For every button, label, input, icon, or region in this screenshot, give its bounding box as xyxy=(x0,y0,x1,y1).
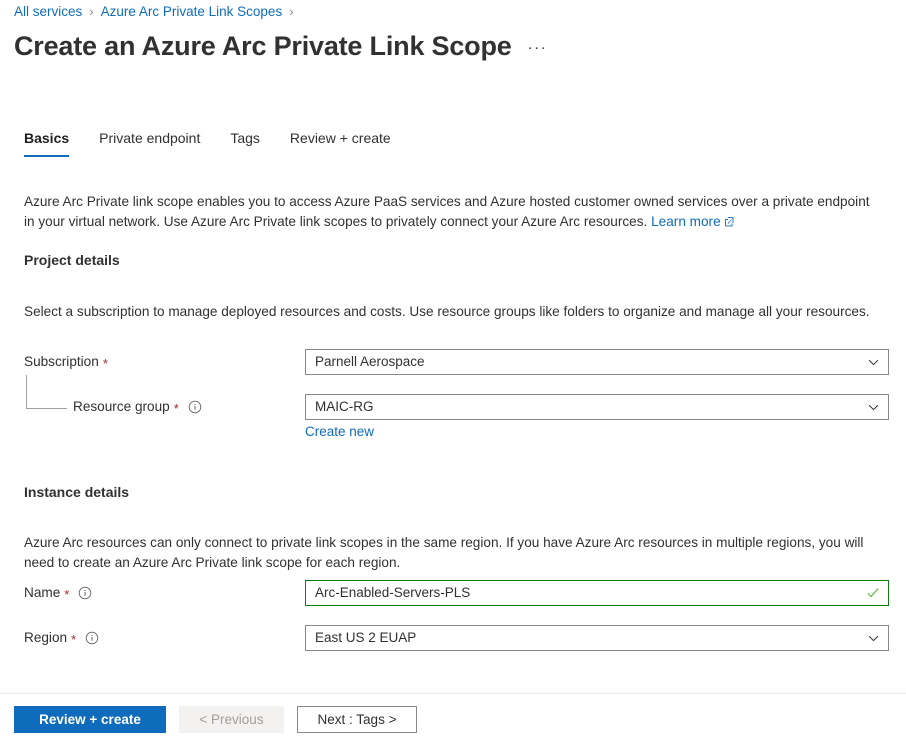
tab-private-endpoint-label: Private endpoint xyxy=(99,130,201,146)
intro-text: Azure Arc Private link scope enables you… xyxy=(24,193,870,230)
resource-group-label-text: Resource group xyxy=(73,399,170,414)
chevron-down-icon[interactable] xyxy=(867,356,880,369)
create-private-link-scope-page: All services › Azure Arc Private Link Sc… xyxy=(0,0,906,754)
required-indicator: * xyxy=(102,355,108,371)
info-icon[interactable] xyxy=(188,400,202,414)
name-value: Arc-Enabled-Servers-PLS xyxy=(315,585,471,600)
resource-group-value: MAIC-RG xyxy=(315,399,374,414)
info-icon[interactable] xyxy=(78,586,92,600)
breadcrumb-separator-icon: › xyxy=(289,4,294,19)
review-create-button[interactable]: Review + create xyxy=(14,706,166,733)
tab-tags-label: Tags xyxy=(230,130,260,146)
section-heading-instance-details: Instance details xyxy=(24,484,130,500)
learn-more-link[interactable]: Learn more xyxy=(651,214,721,229)
section-heading-project-details: Project details xyxy=(24,252,120,268)
tab-private-endpoint[interactable]: Private endpoint xyxy=(99,128,200,157)
tab-review-create-label: Review + create xyxy=(289,130,391,146)
footer-divider xyxy=(0,693,906,694)
chevron-down-icon[interactable] xyxy=(867,632,880,645)
tab-review-create[interactable]: Review + create xyxy=(290,128,391,157)
region-value: East US 2 EUAP xyxy=(315,630,417,645)
subscription-value: Parnell Aerospace xyxy=(315,354,425,369)
region-dropdown[interactable]: East US 2 EUAP xyxy=(305,625,889,651)
resource-group-dropdown[interactable]: MAIC-RG xyxy=(305,394,889,420)
name-input[interactable]: Arc-Enabled-Servers-PLS xyxy=(305,580,889,606)
validation-success-icon xyxy=(866,586,880,600)
tab-basics-label: Basics xyxy=(24,130,70,146)
section-description-project-details: Select a subscription to manage deployed… xyxy=(24,303,870,319)
title-row: Create an Azure Arc Private Link Scope ·… xyxy=(14,28,547,69)
subscription-label: Subscription * xyxy=(24,352,108,372)
intro-description: Azure Arc Private link scope enables you… xyxy=(24,192,880,234)
chevron-down-icon[interactable] xyxy=(867,401,880,414)
wizard-tabs: Basics Private endpoint Tags Review + cr… xyxy=(24,128,421,157)
subscription-dropdown[interactable]: Parnell Aerospace xyxy=(305,349,889,375)
page-title: Create an Azure Arc Private Link Scope xyxy=(14,31,512,61)
resource-group-label: Resource group * xyxy=(73,397,202,417)
required-indicator: * xyxy=(71,631,77,647)
breadcrumb-separator-icon: › xyxy=(89,4,94,19)
info-icon[interactable] xyxy=(85,631,99,645)
name-label-text: Name xyxy=(24,585,61,600)
breadcrumb: All services › Azure Arc Private Link Sc… xyxy=(14,3,301,21)
wizard-footer: Review + create < Previous Next : Tags > xyxy=(14,706,417,733)
next-tags-button[interactable]: Next : Tags > xyxy=(297,706,417,733)
breadcrumb-item-all-services[interactable]: All services xyxy=(14,3,82,21)
external-link-icon[interactable] xyxy=(724,213,735,234)
previous-button: < Previous xyxy=(179,706,284,733)
tab-tags[interactable]: Tags xyxy=(230,128,260,157)
tab-basics[interactable]: Basics xyxy=(24,128,70,157)
more-options-icon[interactable]: ··· xyxy=(528,30,548,66)
section-description-instance-details: Azure Arc resources can only connect to … xyxy=(24,534,864,571)
resource-group-tree-connector xyxy=(26,375,67,409)
name-label: Name * xyxy=(24,583,92,603)
create-new-resource-group-link[interactable]: Create new xyxy=(305,423,374,441)
region-label: Region * xyxy=(24,628,99,648)
breadcrumb-item-private-link-scopes[interactable]: Azure Arc Private Link Scopes xyxy=(101,3,283,21)
subscription-label-text: Subscription xyxy=(24,354,99,369)
required-indicator: * xyxy=(173,400,179,416)
region-label-text: Region xyxy=(24,630,68,645)
required-indicator: * xyxy=(64,586,70,602)
